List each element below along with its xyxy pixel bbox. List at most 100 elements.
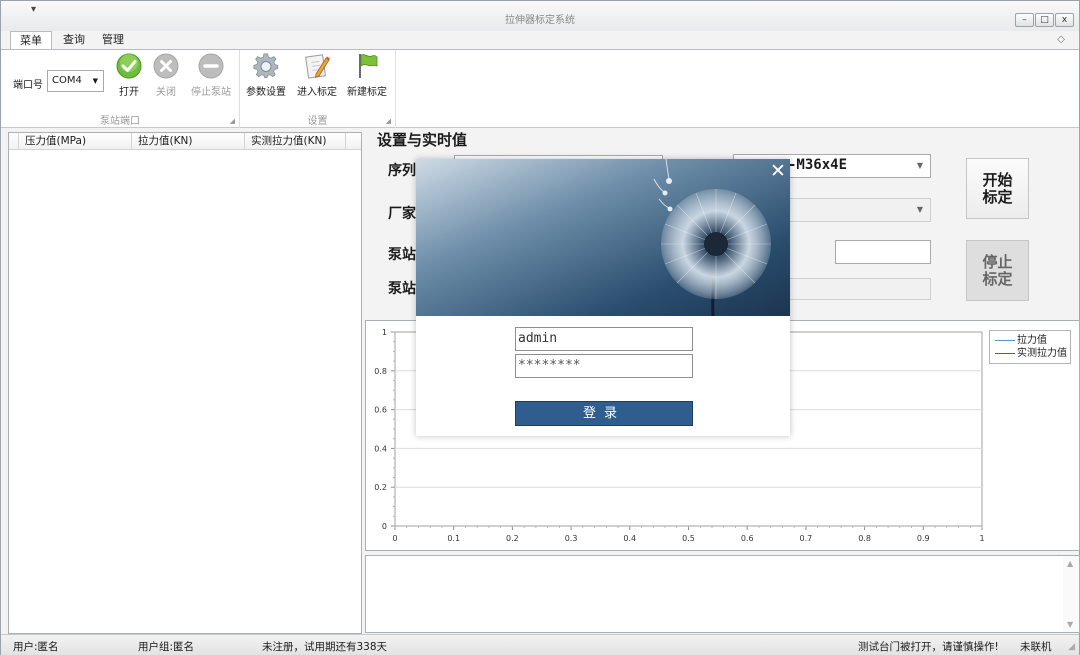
x-tick-label: 0.7: [800, 534, 813, 543]
stop-calibration-label: 停止标定: [982, 253, 1013, 288]
legend-item-measured: 实测拉力值: [995, 348, 1067, 359]
group-expander-icon[interactable]: ◢: [230, 117, 235, 125]
open-port-button[interactable]: 打开: [113, 52, 145, 98]
log-textbox[interactable]: ▲ ▼: [365, 555, 1080, 633]
edit-document-icon: [305, 54, 330, 79]
data-table[interactable]: 压力值(MPa) 拉力值(KN) 实测拉力值(KN): [8, 132, 362, 634]
status-trial: 未注册，试用期还有338天: [262, 641, 388, 653]
minus-circle-icon: [198, 53, 224, 79]
stop-pump-button[interactable]: 停止泵站: [187, 52, 235, 98]
y-tick-label: 0.4: [374, 444, 387, 453]
x-tick-label: 0.5: [682, 534, 695, 543]
log-scrollbar[interactable]: ▲ ▼: [1063, 556, 1079, 632]
new-calibration-button[interactable]: 新建标定: [344, 52, 390, 98]
pump-port-group: 端口号 COM4 ▼ 打开 关闭 停止泵站 泵站端口 ◢: [1, 50, 240, 128]
x-tick-label: 0.2: [506, 534, 519, 543]
new-calibration-label: 新建标定: [347, 87, 387, 98]
dialog-close-button[interactable]: ✕: [768, 159, 788, 183]
port-label: 端口号: [13, 80, 43, 91]
password-field[interactable]: ********: [515, 354, 693, 378]
status-user-group: 用户组:匿名: [138, 641, 195, 653]
chevron-down-icon: ▼: [916, 205, 923, 214]
parameter-settings-button[interactable]: 参数设置: [245, 52, 287, 98]
maximize-button[interactable]: □: [1035, 13, 1054, 27]
tab-manage[interactable]: 管理: [93, 31, 133, 50]
username-field[interactable]: admin: [515, 327, 693, 351]
collapse-ribbon-icon[interactable]: ◇: [1057, 34, 1065, 45]
tab-menu[interactable]: 菜单: [10, 31, 52, 50]
x-tick-label: 0: [392, 534, 397, 543]
gear-icon: [253, 53, 279, 79]
status-bar: 用户:匿名 用户组:匿名 未注册，试用期还有338天 测试台门被打开，请谨慎操作…: [1, 634, 1079, 655]
scroll-up-icon[interactable]: ▲: [1067, 559, 1073, 568]
column-pressure[interactable]: 压力值(MPa): [19, 133, 132, 149]
chevron-down-icon: ▼: [92, 77, 98, 85]
legend-label: 拉力值: [1017, 335, 1047, 346]
minimize-button[interactable]: –: [1015, 13, 1034, 27]
login-banner-image: ✕: [416, 159, 790, 316]
y-tick-label: 0.2: [374, 483, 387, 492]
y-tick-label: 0.6: [374, 406, 387, 415]
login-button[interactable]: 登录: [515, 401, 693, 426]
port-value: COM4: [52, 75, 82, 86]
settings-panel-title: 设置与实时值: [377, 131, 468, 149]
pump-label-2: 泵站: [388, 281, 416, 297]
start-calibration-button[interactable]: 开始标定: [966, 158, 1029, 219]
column-tension[interactable]: 拉力值(KN): [132, 133, 245, 149]
check-circle-icon: [116, 53, 142, 79]
legend-swatch: [995, 339, 1015, 341]
resize-grip-icon[interactable]: ◢: [1068, 642, 1075, 652]
login-dialog: ✕ admin ******** 登录: [416, 159, 790, 436]
vendor-label: 厂家: [388, 206, 416, 222]
legend-label: 实测拉力值: [1017, 348, 1067, 359]
pump-port-group-label: 泵站端口: [100, 116, 140, 127]
status-warning: 测试台门被打开，请谨慎操作!: [858, 641, 999, 653]
x-tick-label: 0.9: [917, 534, 930, 543]
model-value: -M36x4E: [788, 157, 848, 173]
x-tick-label: 0.8: [858, 534, 871, 543]
menu-tab-bar: 菜单 查询 管理 ◇: [1, 31, 1079, 50]
legend-item-tension: 拉力值: [995, 335, 1047, 346]
chart-legend: 拉力值 实测拉力值: [989, 330, 1071, 364]
table-header: 压力值(MPa) 拉力值(KN) 实测拉力值(KN): [9, 133, 361, 150]
start-calibration-label: 开始标定: [982, 171, 1013, 206]
serial-label: 序列: [388, 163, 416, 179]
row-header-column: [9, 133, 19, 149]
settings-group: 参数设置 进入标定 新建标定 设置 ◢: [240, 50, 396, 128]
x-tick-label: 0.4: [623, 534, 636, 543]
x-tick-label: 0.6: [741, 534, 754, 543]
x-tick-label: 0.3: [565, 534, 578, 543]
column-measured-tension[interactable]: 实测拉力值(KN): [245, 133, 346, 149]
group-expander-icon[interactable]: ◢: [386, 117, 391, 125]
flag-icon: [359, 54, 378, 78]
enter-calibration-button[interactable]: 进入标定: [295, 52, 339, 98]
close-button[interactable]: x: [1055, 13, 1074, 27]
x-tick-label: 0.1: [447, 534, 460, 543]
x-tick-label: 1: [979, 534, 984, 543]
status-user: 用户:匿名: [13, 641, 59, 653]
stop-pump-label: 停止泵站: [191, 87, 231, 98]
close-circle-icon: [153, 53, 179, 79]
stop-calibration-button[interactable]: 停止标定: [966, 240, 1029, 301]
app-window: ▾ 拉伸器标定系统 – □ x 菜单 查询 管理 ◇ 端口号 COM4 ▼ 打开: [0, 0, 1080, 655]
dandelion-banner-image: [416, 159, 790, 316]
scroll-down-icon[interactable]: ▼: [1067, 620, 1073, 629]
pump-value-input[interactable]: [835, 240, 931, 264]
parameter-settings-label: 参数设置: [246, 87, 286, 98]
window-title: 拉伸器标定系统: [505, 15, 575, 26]
tab-query[interactable]: 查询: [54, 31, 94, 50]
chevron-down-icon: ▼: [916, 161, 923, 170]
ribbon: 端口号 COM4 ▼ 打开 关闭 停止泵站 泵站端口 ◢ 参数设置 进入标定 新…: [1, 49, 1079, 128]
y-tick-label: 0: [382, 522, 387, 531]
enter-calibration-label: 进入标定: [297, 87, 337, 98]
y-tick-label: 0.8: [374, 367, 387, 376]
close-port-button[interactable]: 关闭: [150, 52, 182, 98]
close-label: 关闭: [156, 87, 176, 98]
legend-swatch: [995, 352, 1015, 354]
settings-group-label: 设置: [307, 116, 328, 127]
port-select[interactable]: COM4 ▼: [47, 70, 104, 92]
title-bar: ▾ 拉伸器标定系统 – □ x: [1, 1, 1079, 31]
pump-label-1: 泵站: [388, 247, 416, 263]
y-tick-label: 1: [382, 328, 387, 337]
status-connection: 未联机: [1020, 641, 1052, 653]
